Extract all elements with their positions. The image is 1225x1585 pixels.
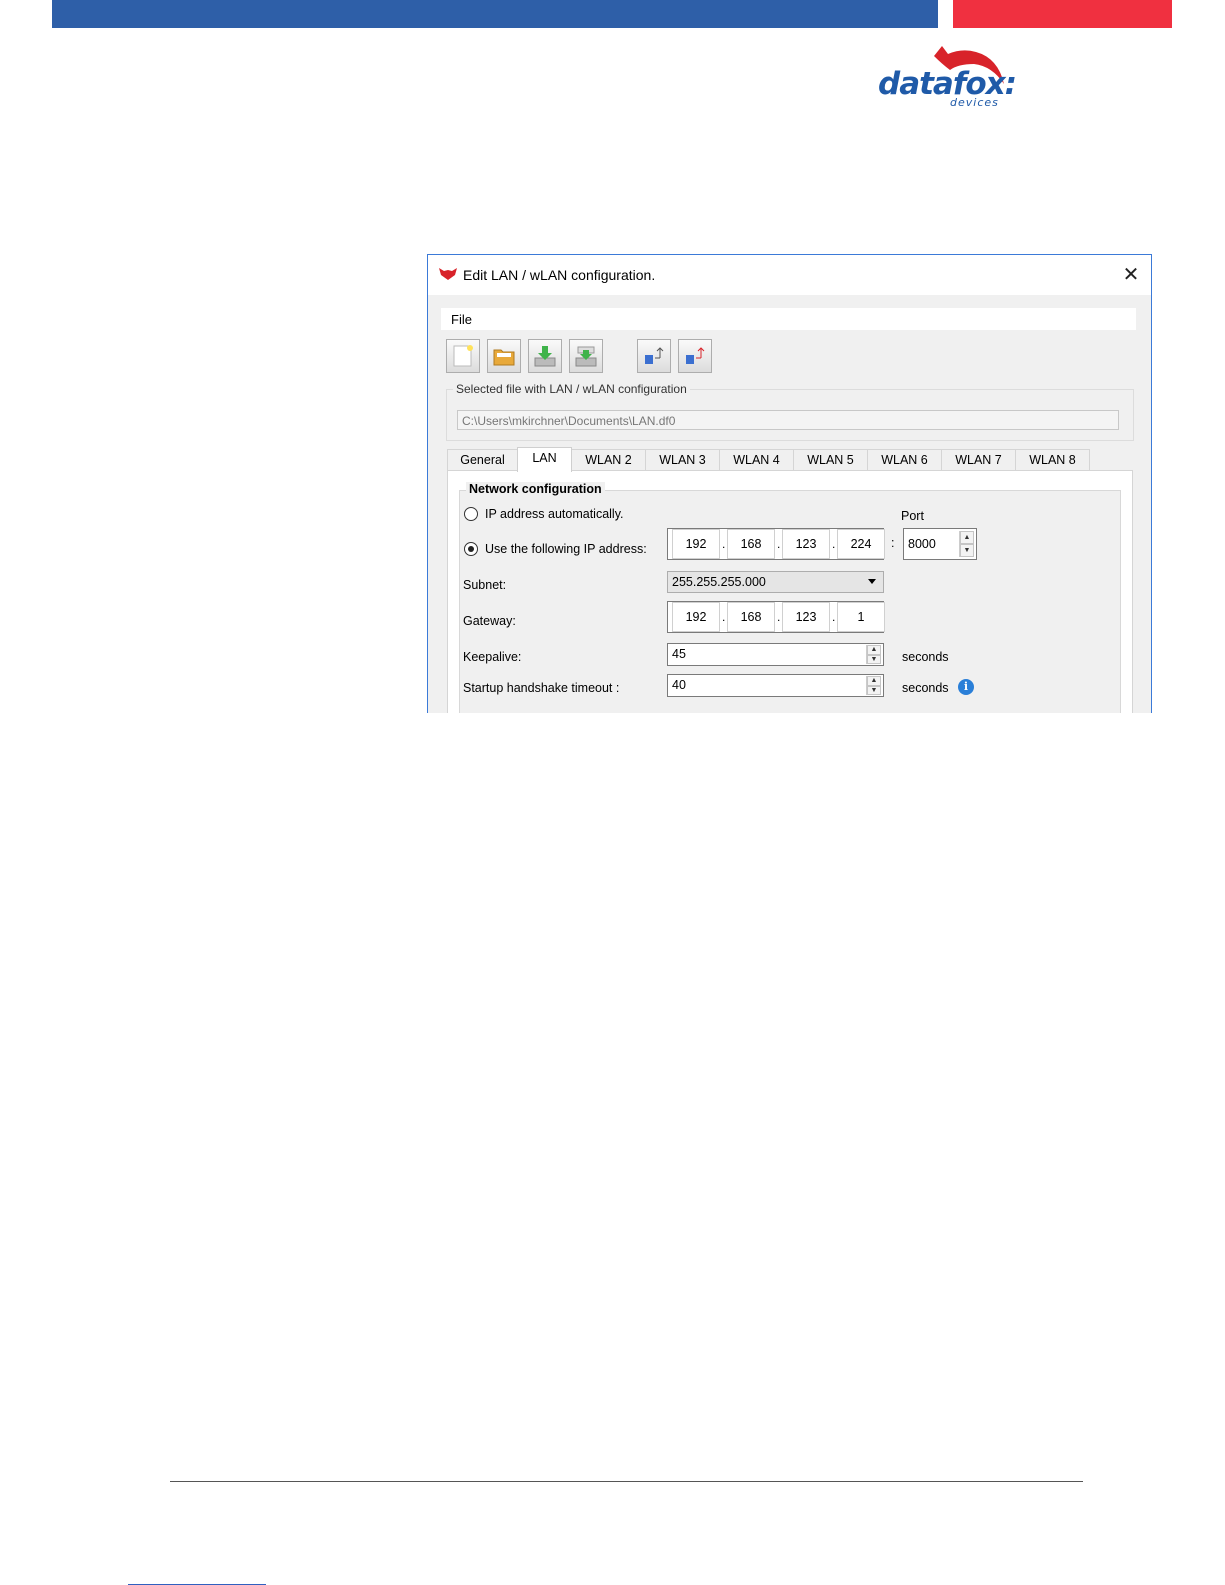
tab-wlan-3[interactable]: WLAN 3 [645, 449, 720, 471]
ip-dot: . [777, 537, 781, 551]
port-label: Port [901, 509, 924, 523]
auto-ip-label: IP address automatically. [485, 507, 624, 521]
gateway-octet-1[interactable]: 192 [672, 602, 720, 632]
menu-file[interactable]: File [451, 312, 472, 327]
ip-octet-3[interactable]: 123 [782, 529, 830, 559]
network-config-group: Network configuration IP address automat… [459, 482, 1121, 713]
tab-general[interactable]: General [447, 449, 518, 471]
edit-lan-dialog: Edit LAN / wLAN configuration. ✕ File Se… [427, 254, 1152, 713]
footer-divider [170, 1481, 1083, 1482]
upload-icon [575, 346, 597, 367]
subnet-select[interactable]: 255.255.255.000 [667, 571, 884, 593]
upload-button[interactable] [569, 339, 603, 373]
new-file-icon [453, 345, 473, 367]
handshake-value: 40 [672, 678, 686, 692]
handshake-spinner[interactable]: ▲ ▼ [866, 676, 881, 695]
keepalive-unit: seconds [902, 650, 949, 664]
tab-wlan-5[interactable]: WLAN 5 [793, 449, 868, 471]
ip-dot: . [832, 537, 836, 551]
selected-file-label: Selected file with LAN / wLAN configurat… [453, 382, 690, 396]
tab-wlan-8[interactable]: WLAN 8 [1015, 449, 1090, 471]
ip-octet-2[interactable]: 168 [727, 529, 775, 559]
spin-down-icon[interactable]: ▼ [960, 544, 974, 557]
ip-dot: . [722, 537, 726, 551]
keepalive-spinbox[interactable]: 45 ▲ ▼ [667, 643, 884, 666]
handshake-label: Startup handshake timeout : [463, 681, 620, 695]
manual-ip-radio[interactable] [464, 542, 478, 556]
lan-tab-panel: Network configuration IP address automat… [447, 470, 1133, 713]
fox-app-icon [439, 268, 457, 280]
tab-wlan-2[interactable]: WLAN 2 [571, 449, 646, 471]
network-config-label: Network configuration [466, 482, 605, 496]
tab-lan[interactable]: LAN [517, 447, 572, 472]
chevron-down-icon [868, 579, 876, 584]
tab-wlan-4[interactable]: WLAN 4 [719, 449, 794, 471]
subnet-label: Subnet: [463, 578, 507, 592]
port-value: 8000 [908, 537, 936, 551]
manual-ip-label: Use the following IP address: [485, 542, 647, 556]
handshake-unit: seconds [902, 681, 949, 695]
handshake-spinbox[interactable]: 40 ▲ ▼ [667, 674, 884, 697]
tab-wlan-7[interactable]: WLAN 7 [941, 449, 1016, 471]
export-config-button[interactable] [678, 339, 712, 373]
gateway-octet-2[interactable]: 168 [727, 602, 775, 632]
download-button[interactable] [528, 339, 562, 373]
keepalive-label: Keepalive: [463, 650, 522, 664]
gateway-field: 192 . 168 . 123 . 1 [667, 601, 885, 633]
gateway-dot: . [832, 610, 836, 624]
ip-octet-4[interactable]: 224 [837, 529, 885, 559]
tab-wlan-6[interactable]: WLAN 6 [867, 449, 942, 471]
import-config-button[interactable] [637, 339, 671, 373]
port-spinbox[interactable]: 8000 ▲ ▼ [903, 528, 977, 560]
export-config-icon [686, 347, 705, 364]
keepalive-spinner[interactable]: ▲ ▼ [866, 645, 881, 664]
header-red-bar [953, 0, 1172, 28]
gateway-dot: . [777, 610, 781, 624]
dialog-titlebar[interactable]: Edit LAN / wLAN configuration. ✕ [428, 255, 1151, 295]
spin-up-icon[interactable]: ▲ [960, 531, 974, 544]
port-spinner[interactable]: ▲ ▼ [959, 531, 974, 557]
open-file-button[interactable] [487, 339, 521, 373]
subnet-value: 255.255.255.000 [672, 575, 766, 589]
gateway-dot: . [722, 610, 726, 624]
new-file-button[interactable] [446, 339, 480, 373]
keepalive-value: 45 [672, 647, 686, 661]
dialog-title: Edit LAN / wLAN configuration. [463, 267, 656, 283]
spin-up-icon[interactable]: ▲ [867, 645, 881, 655]
selected-file-group: Selected file with LAN / wLAN configurat… [446, 382, 1134, 441]
gateway-label: Gateway: [463, 614, 516, 628]
spin-down-icon[interactable]: ▼ [867, 685, 881, 695]
import-config-icon [645, 347, 664, 364]
datafox-logo: datafox: devices [872, 44, 1017, 114]
port-separator: : [891, 536, 895, 550]
gateway-octet-3[interactable]: 123 [782, 602, 830, 632]
spin-up-icon[interactable]: ▲ [867, 676, 881, 686]
info-icon[interactable]: i [958, 679, 974, 695]
menu-bar: File [441, 308, 1136, 330]
spin-down-icon[interactable]: ▼ [867, 654, 881, 664]
ip-address-field: 192 . 168 . 123 . 224 [667, 528, 885, 560]
open-folder-icon [493, 349, 515, 366]
ip-octet-1[interactable]: 192 [672, 529, 720, 559]
selected-file-path[interactable]: C:\Users\mkirchner\Documents\LAN.df0 [457, 410, 1119, 430]
download-icon [534, 346, 556, 367]
auto-ip-radio[interactable] [464, 507, 478, 521]
header-blue-bar [52, 0, 938, 28]
gateway-octet-4[interactable]: 1 [837, 602, 885, 632]
close-button[interactable]: ✕ [1119, 263, 1143, 287]
logo-subtitle: devices [950, 96, 999, 109]
